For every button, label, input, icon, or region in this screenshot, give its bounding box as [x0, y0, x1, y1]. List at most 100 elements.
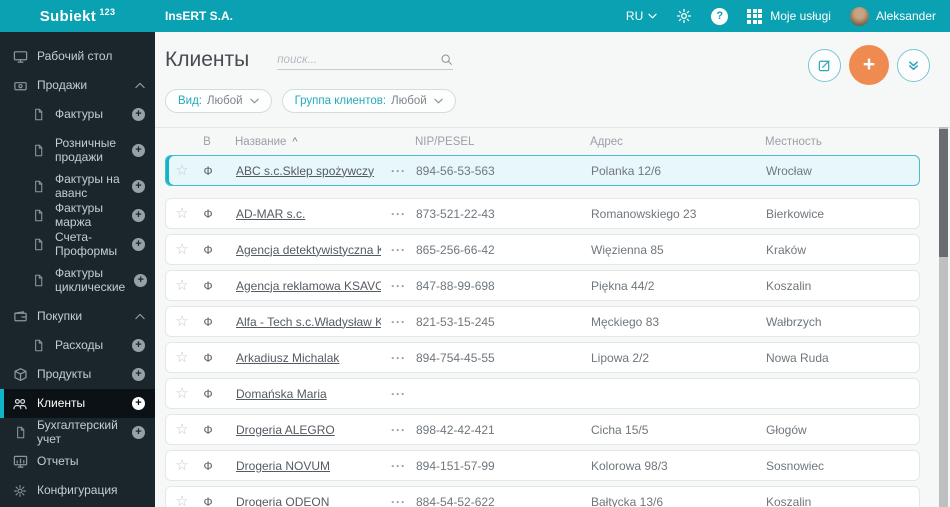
client-type: Ф — [203, 206, 213, 221]
sidebar-item-konfiguraciya[interactable]: Конфигурация — [0, 476, 155, 505]
table-row[interactable]: ☆ Ф Domańska Maria ··· — [165, 378, 920, 409]
row-menu-icon[interactable]: ··· — [381, 423, 416, 437]
client-name-link[interactable]: Agencja detektywistyczna KO... — [218, 243, 381, 257]
table-row[interactable]: ☆ Ф Drogeria ALEGRO ··· 898-42-42-421 Cicha 1… — [165, 414, 920, 445]
filter-chip-vid[interactable]: Вид: Любой — [165, 89, 272, 113]
help-icon[interactable]: ? — [711, 7, 729, 25]
client-nip: 894-754-45-55 — [416, 350, 495, 365]
settings-gear-icon[interactable] — [676, 8, 692, 24]
logo-text: Subiekt — [39, 8, 97, 25]
client-type: Ф — [203, 242, 213, 257]
row-menu-icon[interactable]: ··· — [381, 315, 416, 329]
quick-add-icon[interactable]: + — [132, 426, 145, 439]
quick-add-icon[interactable]: + — [132, 339, 145, 352]
column-header-type[interactable]: В — [197, 136, 217, 148]
table-row[interactable]: ☆ Ф Drogeria NOVUM ··· 894-151-57-99 Kolorowa… — [165, 450, 920, 481]
sidebar-item-faktury[interactable]: Фактуры + — [0, 100, 155, 129]
favorite-star-icon[interactable]: ☆ — [166, 206, 198, 221]
doc-icon — [30, 144, 46, 157]
quick-add-icon[interactable]: + — [132, 397, 145, 410]
sidebar-item-rashody[interactable]: Расходы + — [0, 331, 155, 360]
favorite-star-icon[interactable]: ☆ — [166, 163, 198, 178]
wallet-icon — [12, 309, 28, 324]
row-menu-icon[interactable]: ··· — [381, 387, 416, 401]
table-row[interactable]: ☆ Ф Agencja reklamowa KSAVON ··· 847-88-99-6… — [165, 270, 920, 301]
quick-add-icon[interactable]: + — [132, 368, 145, 381]
client-name-link[interactable]: Alfa - Tech s.c.Władysław Koz... — [218, 315, 381, 329]
add-client-button[interactable]: + — [849, 45, 889, 85]
quick-add-icon[interactable]: + — [132, 144, 145, 157]
search-input[interactable] — [277, 53, 441, 66]
sidebar-item-faktury-ciklicheskie[interactable]: Фактуры циклические + — [0, 259, 155, 302]
sidebar-item-pokupki[interactable]: Покупки — [0, 302, 155, 331]
client-name-link[interactable]: Drogeria ODEON — [218, 495, 381, 507]
sidebar-item-buhgalterskiy-uchet[interactable]: Бухгалтерский учет + — [0, 418, 155, 447]
quick-add-icon[interactable]: + — [132, 209, 145, 222]
favorite-star-icon[interactable]: ☆ — [166, 386, 198, 401]
row-menu-icon[interactable]: ··· — [381, 459, 416, 473]
client-address: Więzienna 85 — [591, 242, 664, 257]
table-row[interactable]: ☆ Ф AD-MAR s.c. ··· 873-521-22-43 Romanowskie… — [165, 198, 920, 229]
table-row[interactable]: ☆ Ф ABC s.c.Sklep spożywczy ··· 894-56-53-56… — [165, 155, 920, 186]
sidebar-item-faktury-marzha[interactable]: Фактуры маржа + — [0, 201, 155, 230]
favorite-star-icon[interactable]: ☆ — [166, 242, 198, 257]
client-name-link[interactable]: Arkadiusz Michalak — [218, 351, 381, 365]
column-header-city[interactable]: Местность — [765, 136, 920, 148]
chevron-up-icon — [135, 82, 145, 89]
sidebar-item-rabochiy-stol[interactable]: Рабочий стол — [0, 42, 155, 71]
language-label: RU — [625, 9, 644, 23]
column-header-nip[interactable]: NIP/PESEL — [415, 136, 590, 148]
client-name-link[interactable]: ABC s.c.Sklep spożywczy — [218, 164, 381, 178]
favorite-star-icon[interactable]: ☆ — [166, 350, 198, 365]
sidebar-item-produkty[interactable]: Продукты + — [0, 360, 155, 389]
favorite-star-icon[interactable]: ☆ — [166, 458, 198, 473]
sidebar-item-klienty[interactable]: Клиенты + — [0, 389, 155, 418]
table-row[interactable]: ☆ Ф Alfa - Tech s.c.Władysław Koz...···821… — [165, 306, 920, 337]
client-city: Nowa Ruda — [766, 350, 829, 365]
client-name-link[interactable]: Drogeria ALEGRO — [218, 423, 381, 437]
table-row[interactable]: ☆ Ф Drogeria ODEON ··· 884-54-52-622 Bałtycka… — [165, 486, 920, 507]
quick-add-icon[interactable]: + — [134, 274, 148, 287]
sidebar-menu: Рабочий стол Продажи Фактуры + Розничные про… — [0, 32, 155, 507]
favorite-star-icon[interactable]: ☆ — [166, 314, 198, 329]
row-menu-icon[interactable]: ··· — [381, 243, 416, 257]
sidebar-item-label: Конфигурация — [37, 482, 118, 497]
favorite-star-icon[interactable]: ☆ — [166, 278, 198, 293]
row-menu-icon[interactable]: ··· — [381, 164, 416, 178]
table-row[interactable]: ☆ Ф Agencja detektywistyczna KO...···865-2… — [165, 234, 920, 265]
sidebar-item-roznichnye-prodazhi[interactable]: Розничные продажи + — [0, 129, 155, 172]
scrollbar-track[interactable] — [939, 127, 948, 507]
sidebar-item-otchety[interactable]: Отчеты — [0, 447, 155, 476]
row-menu-icon[interactable]: ··· — [381, 207, 416, 221]
client-name-link[interactable]: Agencja reklamowa KSAVON — [218, 279, 381, 293]
my-services[interactable]: Moje usługi — [747, 8, 831, 24]
column-header-addr[interactable]: Адрес — [590, 136, 765, 148]
client-type: Ф — [203, 494, 213, 507]
table-row[interactable]: ☆ Ф Arkadiusz Michalak ··· 894-754-45-55 Lipo… — [165, 342, 920, 373]
client-name-link[interactable]: AD-MAR s.c. — [218, 207, 381, 221]
filter-chip-client-group[interactable]: Группа клиентов: Любой — [281, 89, 456, 113]
expand-more-button[interactable] — [897, 48, 930, 82]
row-menu-icon[interactable]: ··· — [381, 351, 416, 365]
doc-icon — [30, 274, 46, 287]
user-menu[interactable]: Aleksander — [849, 6, 936, 26]
client-name-link[interactable]: Domańska Maria — [218, 387, 381, 401]
client-name-link[interactable]: Drogeria NOVUM — [218, 459, 381, 473]
filter-label: Группа клиентов: — [294, 95, 387, 107]
edit-button[interactable] — [808, 48, 841, 82]
row-menu-icon[interactable]: ··· — [381, 279, 416, 293]
client-type: Ф — [203, 458, 213, 473]
favorite-star-icon[interactable]: ☆ — [166, 494, 198, 507]
sidebar-item-prodazhi[interactable]: Продажи — [0, 71, 155, 100]
quick-add-icon[interactable]: + — [132, 238, 145, 251]
quick-add-icon[interactable]: + — [132, 108, 145, 121]
favorite-star-icon[interactable]: ☆ — [166, 422, 198, 437]
column-header-name[interactable]: Название ^ — [217, 136, 380, 148]
language-selector[interactable]: RU — [626, 9, 657, 23]
sidebar-item-scheta-proformy[interactable]: Счета-Проформы + — [0, 230, 155, 259]
sidebar-item-faktury-na-avans[interactable]: Фактуры на аванс + — [0, 172, 155, 201]
quick-add-icon[interactable]: + — [132, 180, 145, 193]
scrollbar-thumb[interactable] — [939, 129, 948, 257]
row-menu-icon[interactable]: ··· — [381, 495, 416, 507]
sidebar-item-label: Розничные продажи — [55, 135, 117, 164]
